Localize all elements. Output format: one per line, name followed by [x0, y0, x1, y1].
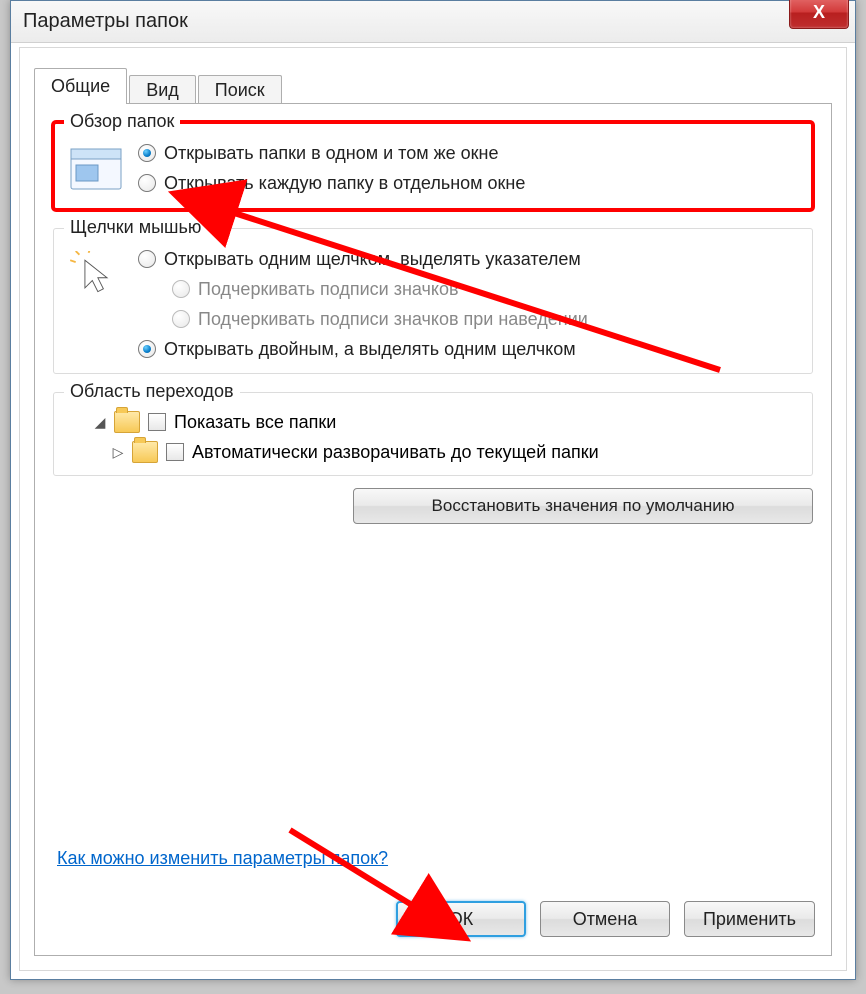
radio-double-click-row[interactable]: Открывать двойным, а выделять одним щелч…: [138, 337, 800, 361]
folder-icon: [114, 411, 140, 433]
tab-panel-general: Обзор папок Открывать папки в одном и то…: [34, 103, 832, 956]
radio-underline-hover: [172, 310, 190, 328]
group-click-legend: Щелчки мышью: [64, 217, 207, 238]
radio-same-window-row[interactable]: Открывать папки в одном и том же окне: [138, 141, 800, 165]
radio-separate-window-row[interactable]: Открывать каждую папку в отдельном окне: [138, 171, 800, 195]
radio-single-click-row[interactable]: Открывать одним щелчком, выделять указат…: [138, 247, 800, 271]
group-nav-legend: Область переходов: [64, 381, 240, 402]
checkbox-auto-expand[interactable]: [166, 443, 184, 461]
radio-underline-hover-row: Подчеркивать подписи значков при наведен…: [172, 307, 800, 331]
radio-separate-window[interactable]: [138, 174, 156, 192]
radio-same-window-label: Открывать папки в одном и том же окне: [164, 141, 499, 165]
tab-strip: Общие Вид Поиск: [34, 66, 284, 104]
folder-options-dialog: Параметры папок X Общие Вид Поиск Обзор …: [10, 0, 856, 980]
checkbox-auto-expand-label: Автоматически разворачивать до текущей п…: [192, 442, 599, 463]
radio-separate-window-label: Открывать каждую папку в отдельном окне: [164, 171, 525, 195]
group-browse-legend: Обзор папок: [64, 111, 180, 132]
ok-button[interactable]: ОК: [396, 901, 526, 937]
radio-underline-hover-label: Подчеркивать подписи значков при наведен…: [198, 307, 588, 331]
radio-double-click[interactable]: [138, 340, 156, 358]
tab-view[interactable]: Вид: [129, 75, 196, 105]
tab-search[interactable]: Поиск: [198, 75, 282, 105]
group-navigation-pane: Область переходов ◢ Показать все папки ▷: [53, 392, 813, 476]
tab-general[interactable]: Общие: [34, 68, 127, 104]
folder-icon: [132, 441, 158, 463]
dialog-button-row: ОК Отмена Применить: [396, 901, 815, 937]
checkbox-show-all[interactable]: [148, 413, 166, 431]
nav-show-all-row[interactable]: ◢ Показать все папки: [94, 411, 800, 433]
radio-underline-always: [172, 280, 190, 298]
radio-same-window[interactable]: [138, 144, 156, 162]
checkbox-show-all-label: Показать все папки: [174, 412, 336, 433]
tree-expand-icon[interactable]: ▷: [112, 444, 124, 461]
radio-single-click-label: Открывать одним щелчком, выделять указат…: [164, 247, 581, 271]
radio-double-click-label: Открывать двойным, а выделять одним щелч…: [164, 337, 576, 361]
group-click-items: Щелчки мышью Открывать одним щ: [53, 228, 813, 374]
close-button[interactable]: X: [789, 0, 849, 29]
restore-defaults-button[interactable]: Восстановить значения по умолчанию: [353, 488, 813, 524]
client-area: Общие Вид Поиск Обзор папок: [19, 47, 847, 971]
radio-underline-always-row: Подчеркивать подписи значков: [172, 277, 800, 301]
cursor-click-icon: [66, 247, 126, 303]
tree-collapse-icon[interactable]: ◢: [94, 414, 106, 431]
group-browse-folders: Обзор папок Открывать папки в одном и то…: [53, 122, 813, 210]
cancel-button[interactable]: Отмена: [540, 901, 670, 937]
apply-button[interactable]: Применить: [684, 901, 815, 937]
radio-single-click[interactable]: [138, 250, 156, 268]
window-title: Параметры папок: [23, 10, 188, 33]
nav-auto-expand-row[interactable]: ▷ Автоматически разворачивать до текущей…: [112, 441, 800, 463]
browse-window-icon: [66, 141, 126, 197]
radio-underline-always-label: Подчеркивать подписи значков: [198, 277, 459, 301]
close-icon: X: [813, 2, 825, 23]
titlebar[interactable]: Параметры папок X: [11, 1, 855, 43]
help-link[interactable]: Как можно изменить параметры папок?: [57, 848, 388, 869]
